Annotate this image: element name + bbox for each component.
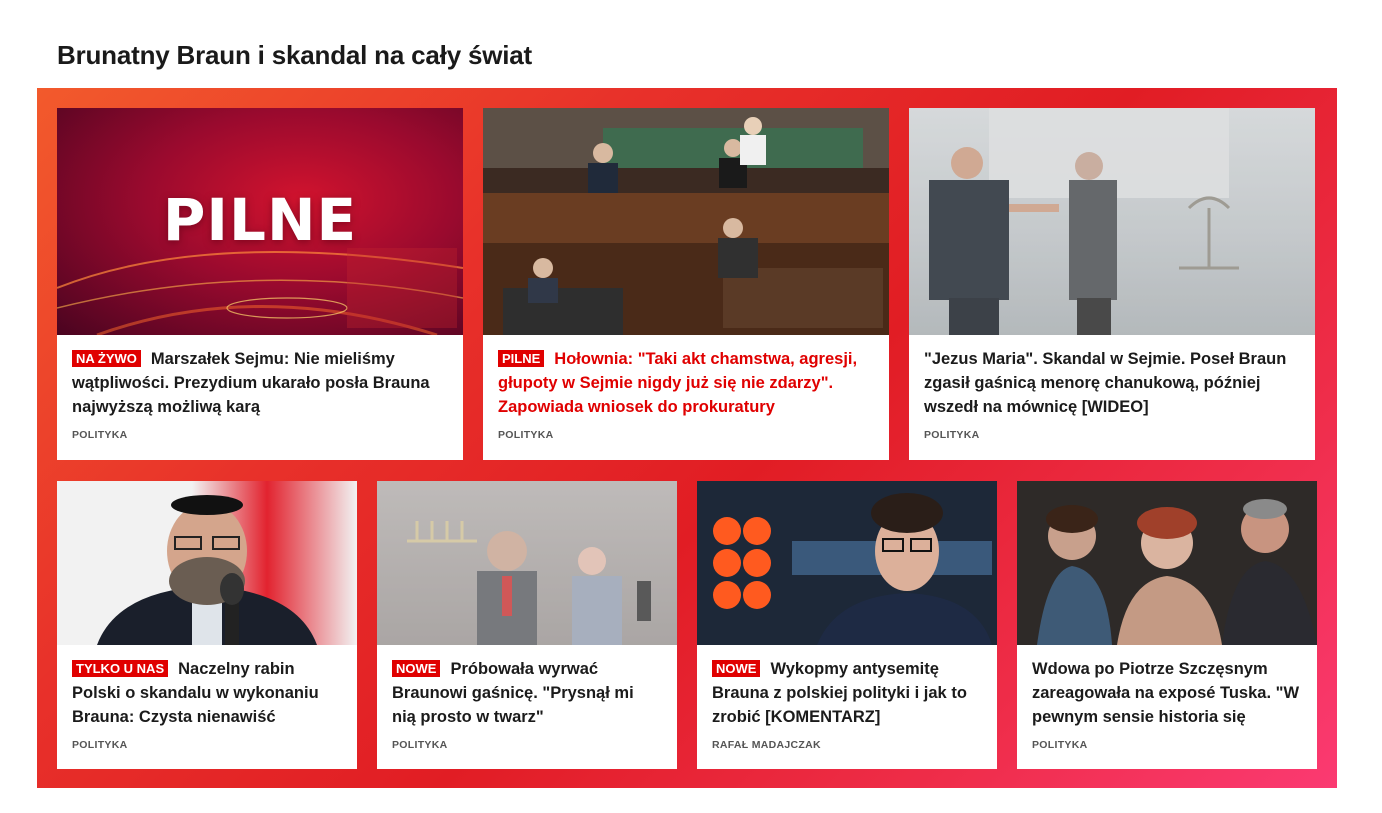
headline-link[interactable]: PILNE Hołownia: "Taki akt chamstwa, agres… — [498, 347, 874, 419]
author-photo — [713, 493, 992, 645]
rabbi-photo — [97, 495, 317, 645]
category-link[interactable]: POLITYKA — [392, 739, 662, 751]
news-card[interactable]: NOWE Próbowała wyrwać Braunowi gaśnicę. "… — [377, 481, 677, 769]
headline-text: Wdowa po Piotrze Szczęsnym zareagowała n… — [1032, 660, 1300, 726]
image-label: PILNE — [162, 186, 358, 254]
headline-link[interactable]: Wdowa po Piotrze Szczęsnym zareagowała n… — [1032, 657, 1302, 729]
category-link[interactable]: POLITYKA — [498, 429, 874, 441]
status-badge: PILNE — [498, 350, 545, 367]
sejm-photo — [483, 108, 889, 335]
article-image[interactable]: PILNE — [57, 108, 463, 335]
status-badge: NA ŻYWO — [72, 350, 141, 367]
extinguisher-photo — [377, 481, 677, 645]
news-card[interactable]: Wdowa po Piotrze Szczęsnym zareagowała n… — [1017, 481, 1317, 769]
headline-link[interactable]: "Jezus Maria". Skandal w Sejmie. Poseł B… — [924, 347, 1300, 419]
crowd-photo — [1037, 499, 1317, 645]
article-image[interactable] — [483, 108, 889, 335]
headline-link[interactable]: NOWE Wykopmy antysemitę Brauna z polskiej… — [712, 657, 982, 729]
news-card[interactable]: NOWE Wykopmy antysemitę Brauna z polskiej… — [697, 481, 997, 769]
status-badge: NOWE — [712, 660, 761, 677]
headline-text: Hołownia: "Taki akt chamstwa, agresji, g… — [498, 350, 858, 416]
category-link[interactable]: POLITYKA — [72, 739, 342, 751]
news-card[interactable]: TYLKO U NAS Naczelny rabin Polski o skand… — [57, 481, 357, 769]
category-link[interactable]: POLITYKA — [72, 429, 448, 441]
news-card[interactable]: PILNE NA ŻYWO Marszałek Sejmu: Nie mieliś… — [57, 108, 463, 460]
category-link[interactable]: POLITYKA — [924, 429, 1300, 441]
news-panel: PILNE NA ŻYWO Marszałek Sejmu: Nie mieliś… — [37, 88, 1337, 788]
status-badge: TYLKO U NAS — [72, 660, 169, 677]
headline-link[interactable]: NA ŻYWO Marszałek Sejmu: Nie mieliśmy wąt… — [72, 347, 448, 419]
article-image[interactable] — [1017, 481, 1317, 645]
news-card[interactable]: PILNE Hołownia: "Taki akt chamstwa, agres… — [483, 108, 889, 460]
status-badge: NOWE — [392, 660, 441, 677]
author-link[interactable]: RAFAŁ MADAJCZAK — [712, 739, 982, 751]
article-image[interactable] — [57, 481, 357, 645]
news-card[interactable]: "Jezus Maria". Skandal w Sejmie. Poseł B… — [909, 108, 1315, 460]
headline-link[interactable]: TYLKO U NAS Naczelny rabin Polski o skand… — [72, 657, 342, 729]
article-image[interactable] — [697, 481, 997, 645]
category-link[interactable]: POLITYKA — [1032, 739, 1302, 751]
article-image[interactable] — [909, 108, 1315, 335]
headline-text: "Jezus Maria". Skandal w Sejmie. Poseł B… — [924, 350, 1287, 416]
smoke-photo — [909, 108, 1315, 335]
article-image[interactable] — [377, 481, 677, 645]
headline-link[interactable]: NOWE Próbowała wyrwać Braunowi gaśnicę. "… — [392, 657, 662, 729]
section-title[interactable]: Brunatny Braun i skandal na cały świat — [57, 40, 532, 71]
